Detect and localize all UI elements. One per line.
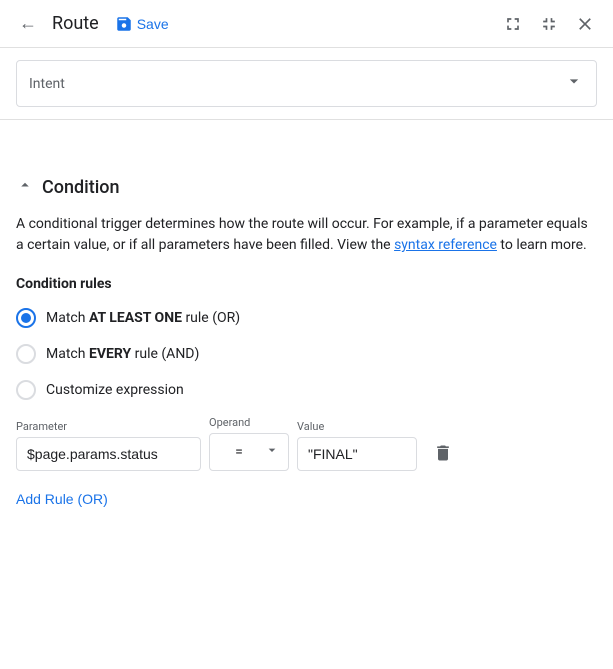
compress-button[interactable]: [533, 8, 565, 40]
radio-button-and[interactable]: [16, 344, 36, 364]
radio-button-or[interactable]: [16, 308, 36, 328]
compress-icon: [539, 14, 559, 34]
collapse-icon[interactable]: [16, 176, 34, 198]
radio-dot-or: [21, 313, 31, 323]
close-button[interactable]: [569, 8, 601, 40]
condition-rules-label: Condition rules: [16, 276, 597, 292]
close-icon: [575, 14, 595, 34]
condition-header: Condition: [16, 176, 597, 198]
intent-section: Intent: [0, 48, 613, 120]
header-actions: [497, 8, 601, 40]
rule-row: Parameter Operand = Value: [16, 416, 597, 471]
intent-dropdown[interactable]: Intent: [16, 60, 597, 107]
intent-placeholder: Intent: [29, 76, 65, 92]
radio-label-or: Match AT LEAST ONE rule (OR): [46, 310, 240, 326]
value-label: Value: [297, 420, 417, 433]
spacer: [0, 120, 613, 160]
delete-rule-button[interactable]: [425, 435, 461, 471]
back-button[interactable]: ←: [12, 8, 44, 40]
radio-option-and[interactable]: Match EVERY rule (AND): [16, 344, 597, 364]
save-icon: [115, 15, 133, 33]
operand-chevron-icon: [264, 442, 280, 462]
value-field-group: Value: [297, 420, 417, 471]
save-label: Save: [137, 16, 169, 32]
operand-label: Operand: [209, 416, 289, 429]
condition-title: Condition: [42, 177, 120, 198]
trash-icon: [433, 443, 453, 463]
parameter-field-group: Parameter: [16, 420, 201, 471]
header: ← Route Save: [0, 0, 613, 48]
radio-option-custom[interactable]: Customize expression: [16, 380, 597, 400]
radio-label-custom: Customize expression: [46, 382, 184, 398]
radio-label-and: Match EVERY rule (AND): [46, 346, 199, 362]
radio-option-or[interactable]: Match AT LEAST ONE rule (OR): [16, 308, 597, 328]
operand-value: =: [218, 444, 260, 460]
add-rule-button[interactable]: Add Rule (OR): [16, 491, 108, 507]
expand-button[interactable]: [497, 8, 529, 40]
value-input[interactable]: [297, 437, 417, 471]
chevron-down-icon: [564, 71, 584, 96]
expand-icon: [503, 14, 523, 34]
operand-select[interactable]: =: [209, 433, 289, 471]
parameter-input[interactable]: [16, 437, 201, 471]
condition-description: A conditional trigger determines how the…: [16, 214, 597, 256]
syntax-reference-link[interactable]: syntax reference: [394, 237, 497, 253]
radio-button-custom[interactable]: [16, 380, 36, 400]
parameter-label: Parameter: [16, 420, 201, 433]
save-button[interactable]: Save: [107, 11, 177, 37]
condition-section: Condition A conditional trigger determin…: [0, 160, 613, 532]
page-title: Route: [52, 13, 99, 34]
operand-field-group: Operand =: [209, 416, 289, 471]
header-left: ← Route Save: [12, 8, 497, 40]
